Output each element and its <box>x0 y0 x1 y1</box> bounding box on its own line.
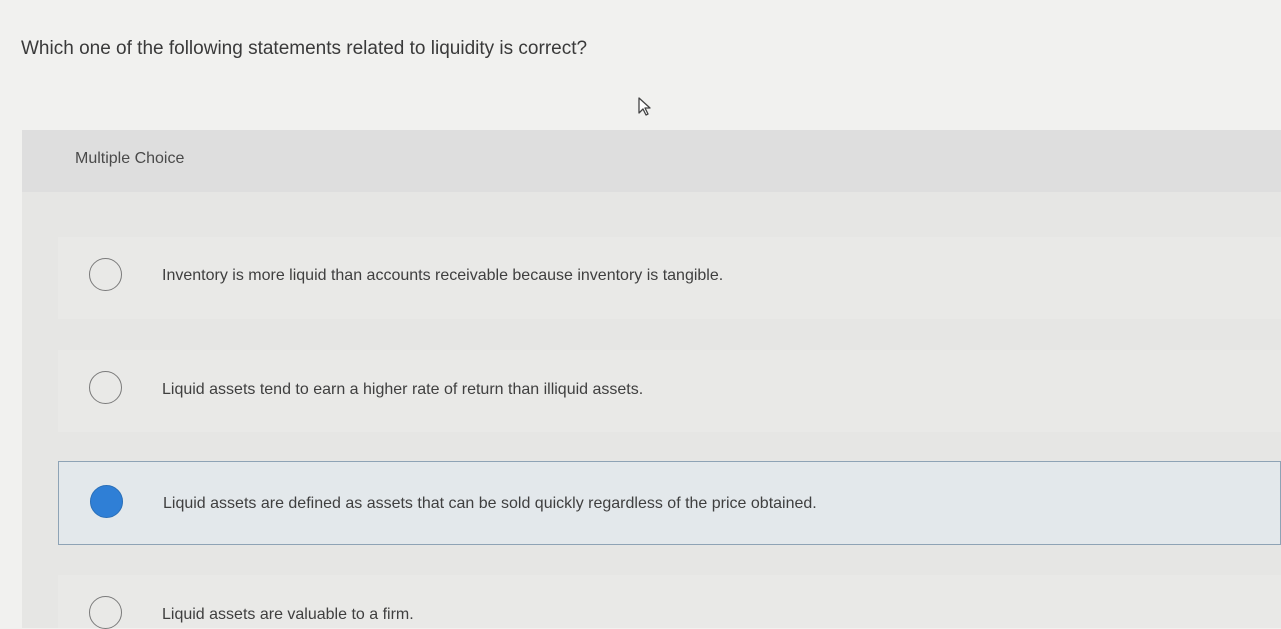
answer-option-1[interactable]: Inventory is more liquid than accounts r… <box>58 237 1281 319</box>
radio-button-1[interactable] <box>89 258 122 291</box>
answer-option-label: Inventory is more liquid than accounts r… <box>162 267 724 284</box>
question-text: Which one of the following statements re… <box>21 38 588 59</box>
panel-header: Multiple Choice <box>22 130 1281 192</box>
panel-title: Multiple Choice <box>75 150 185 167</box>
radio-button-4[interactable] <box>89 596 122 629</box>
mouse-pointer-icon <box>638 97 651 116</box>
answer-option-4[interactable]: Liquid assets are valuable to a firm. <box>58 575 1281 629</box>
answer-option-label: Liquid assets are valuable to a firm. <box>162 606 414 623</box>
radio-button-3-selected[interactable] <box>90 485 123 518</box>
answer-option-2[interactable]: Liquid assets tend to earn a higher rate… <box>58 350 1281 432</box>
radio-button-2[interactable] <box>89 371 122 404</box>
answer-option-label: Liquid assets are defined as assets that… <box>163 495 817 512</box>
answer-option-3[interactable]: Liquid assets are defined as assets that… <box>58 461 1281 545</box>
answer-option-label: Liquid assets tend to earn a higher rate… <box>162 381 644 398</box>
